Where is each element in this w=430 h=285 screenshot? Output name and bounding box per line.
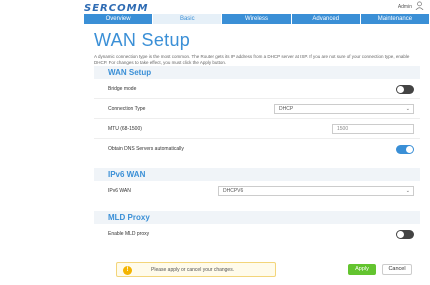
bridge-mode-toggle[interactable] [396,85,414,94]
mtu-input[interactable]: 1500 [332,124,414,134]
section-heading: IPv6 WAN [94,168,420,181]
section-heading: MLD Proxy [94,211,420,224]
mtu-row: MTU (68-1500) 1500 [94,119,420,139]
section-heading: WAN Setup [94,66,420,79]
toggle-knob [397,231,404,238]
mld-proxy-toggle[interactable] [396,230,414,239]
bridge-mode-label: Bridge mode [108,86,137,92]
connection-type-value: DHCP [279,106,294,112]
dns-label: Obtain DNS Servers automatically [108,146,184,152]
tab-maintenance[interactable]: Maintenance [360,14,430,24]
mtu-label: MTU (68-1500) [108,126,142,132]
user-name[interactable]: Admin [398,4,412,10]
main-nav-tabs: Overview Basic Wireless Advanced Mainten… [84,14,430,24]
connection-type-row: Connection Type DHCP ⌄ [94,99,420,119]
tab-overview[interactable]: Overview [84,14,154,24]
bridge-mode-row: Bridge mode [94,79,420,99]
user-icon[interactable] [415,1,424,10]
ipv6-wan-label: IPv6 WAN [108,188,131,194]
chevron-down-icon: ⌄ [405,188,410,194]
toggle-knob [406,146,413,153]
mld-proxy-row: Enable MLD proxy [94,224,420,244]
mld-proxy-section: MLD Proxy Enable MLD proxy [94,211,420,244]
connection-type-label: Connection Type [108,106,146,112]
warning-icon: ! [123,266,132,275]
wan-setup-section: WAN Setup Bridge mode Connection Type DH… [94,66,420,159]
cancel-button[interactable]: Cancel [382,264,412,275]
notice-text: Please apply or cancel your changes. [151,267,235,273]
tab-advanced[interactable]: Advanced [291,14,361,24]
toggle-knob [397,86,404,93]
apply-button[interactable]: Apply [348,264,376,275]
action-footer: ! Please apply or cancel your changes. A… [116,262,420,277]
dns-auto-toggle[interactable] [396,145,414,154]
ipv6-wan-value: DHCPV6 [223,188,244,194]
page-header: WAN Setup A dynamic connection type is t… [94,30,424,66]
tab-basic[interactable]: Basic [153,14,223,24]
pending-changes-notice: ! Please apply or cancel your changes. [116,262,276,277]
ipv6-wan-select[interactable]: DHCPV6 ⌄ [218,186,414,196]
brand-logo: SERCOMM [84,3,149,14]
dns-row: Obtain DNS Servers automatically [94,139,420,159]
page-title: WAN Setup [94,30,191,50]
ipv6-wan-section: IPv6 WAN IPv6 WAN DHCPV6 ⌄ [94,168,420,201]
connection-type-select[interactable]: DHCP ⌄ [274,104,414,114]
page-description: A dynamic connection type is the most co… [94,54,410,65]
tab-wireless[interactable]: Wireless [222,14,292,24]
mld-proxy-label: Enable MLD proxy [108,231,150,237]
ipv6-wan-row: IPv6 WAN DHCPV6 ⌄ [94,181,420,201]
chevron-down-icon: ⌄ [405,106,410,112]
